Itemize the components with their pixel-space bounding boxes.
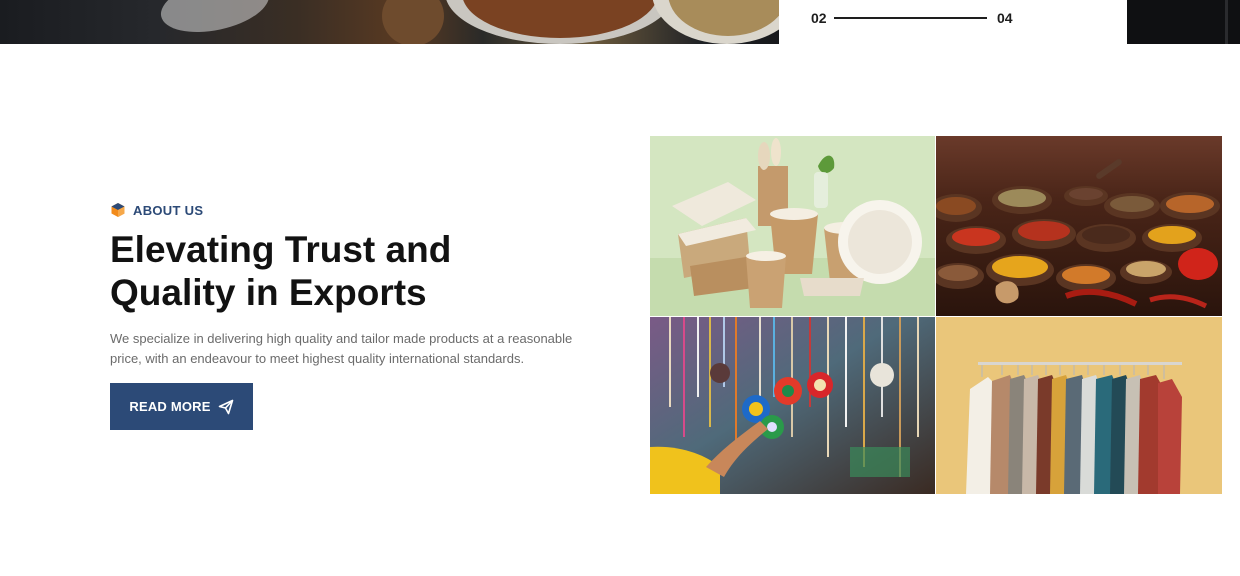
- about-title: Elevating Trust and Quality in Exports: [110, 228, 580, 314]
- hero-food-photo: [0, 0, 779, 44]
- read-more-button[interactable]: READ MORE: [110, 383, 253, 430]
- about-us-label: ABOUT US: [133, 202, 204, 218]
- slider-current-index: 02: [811, 10, 827, 26]
- slider-counter: 02 04: [779, 0, 1127, 44]
- read-more-label: READ MORE: [129, 399, 211, 414]
- hero-slider-strip: 02 04: [0, 0, 1240, 44]
- eco-packaging-image: [650, 136, 935, 316]
- about-title-line-2: Quality in Exports: [110, 272, 427, 313]
- about-us-badge: ABOUT US: [110, 201, 203, 219]
- cube-logo-icon: [111, 203, 125, 217]
- garments-clothing-rack-image: [936, 317, 1222, 494]
- hero-next-slide-preview: [1127, 0, 1240, 44]
- about-title-line-1: Elevating Trust and: [110, 229, 452, 270]
- product-image-grid: [650, 136, 1222, 494]
- slider-total-count: 04: [997, 10, 1013, 26]
- spices-image: [936, 136, 1222, 316]
- about-description: We specialize in delivering high quality…: [110, 331, 573, 366]
- handicrafts-jewelry-image: [650, 317, 935, 494]
- slider-progress-line: [834, 17, 987, 19]
- paper-plane-icon: [218, 399, 233, 414]
